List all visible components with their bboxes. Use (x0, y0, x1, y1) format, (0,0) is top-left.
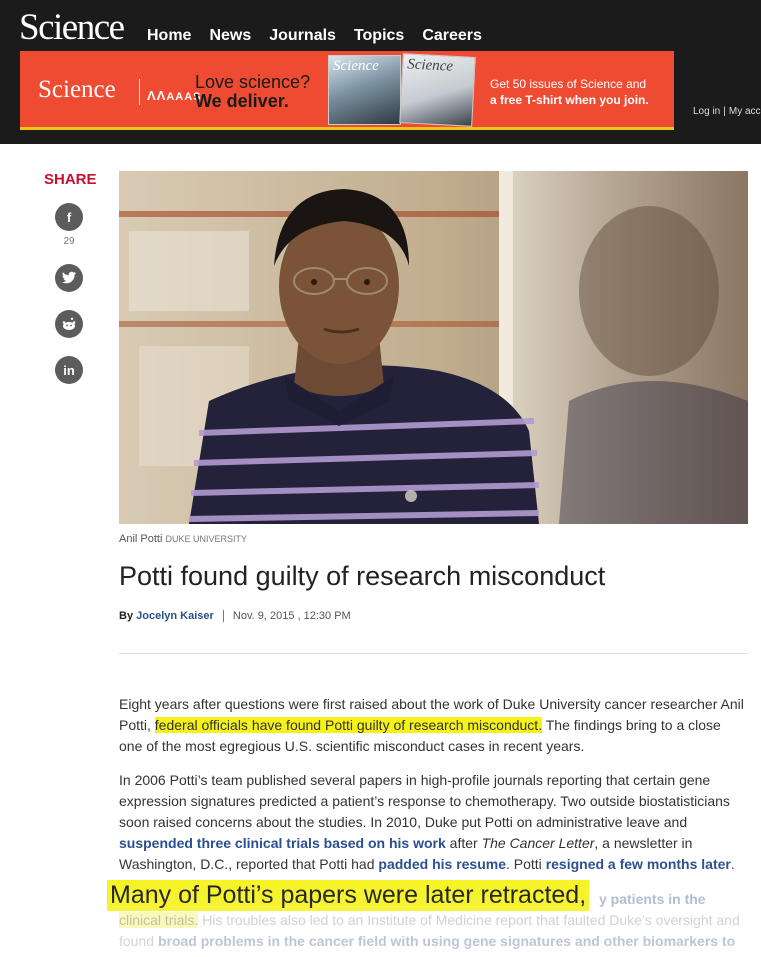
aaas-logo: ΛΛAAAS (147, 88, 202, 103)
p2-text-a: In 2006 Potti’s team published several p… (119, 772, 730, 830)
login-link[interactable]: Log in (693, 106, 720, 117)
main-nav: Home News Journals Topics Careers (147, 27, 482, 45)
subscription-ad-banner[interactable]: Science ΛΛAAAS Love science? We deliver.… (20, 51, 674, 130)
article-date: Nov. 9, 2015 , 12:30 PM (232, 610, 351, 622)
reddit-icon[interactable] (55, 310, 83, 338)
article-byline: By Jocelyn Kaiser Nov. 9, 2015 , 12:30 P… (119, 610, 351, 623)
p2-text-d: . Potti (506, 856, 546, 872)
reddit-alien-glyph (62, 317, 76, 330)
ad-divider (139, 79, 140, 105)
byline-separator (222, 610, 224, 623)
nav-journals[interactable]: Journals (269, 27, 336, 45)
ad-science-logo: Science (38, 76, 116, 103)
article-paragraph-1: Eight years after questions were first r… (119, 694, 747, 757)
resigned-link[interactable]: resigned a few months later (546, 856, 731, 872)
site-header: Science Home News Journals Topics Career… (0, 0, 761, 144)
ad-offer: Get 50 issues of Science and a free T-sh… (490, 76, 649, 108)
caption-credit: DUKE UNIVERSITY (165, 534, 247, 544)
photo-caption: Anil Potti DUKE UNIVERSITY (119, 533, 247, 545)
padded-resume-link[interactable]: padded his resume (378, 856, 506, 872)
p3-highlight: clinical trials. (119, 912, 199, 928)
facebook-share-count: 29 (63, 236, 75, 247)
linkedin-icon[interactable]: in (55, 356, 83, 384)
nav-careers[interactable]: Careers (422, 27, 482, 45)
suspended-trials-link[interactable]: suspended three clinical trials based on… (119, 835, 446, 851)
portrait-illustration (119, 171, 748, 524)
magazine-cover-2: Science (399, 53, 476, 127)
nav-topics[interactable]: Topics (354, 27, 404, 45)
caption-name: Anil Potti (119, 533, 163, 545)
science-logo[interactable]: Science (19, 6, 125, 49)
ad-slogan-line2: We deliver. (195, 91, 289, 111)
author-link[interactable]: Jocelyn Kaiser (136, 610, 214, 622)
article-paragraph-2: In 2006 Potti’s team published several p… (119, 770, 747, 875)
broad-problems-link[interactable]: broad problems in the cancer field with … (158, 933, 735, 949)
patients-link[interactable]: y patients in the (599, 891, 706, 907)
byline-divider (119, 653, 748, 654)
my-account-link[interactable]: My acc (729, 106, 761, 117)
p2-text-b: after (445, 835, 482, 851)
ad-slogan: Love science? We deliver. (195, 73, 310, 111)
magazine-cover-1: Science (328, 55, 401, 125)
share-label: SHARE (44, 171, 97, 188)
article-photo (119, 171, 748, 524)
magazine-cover-1-title: Science (333, 58, 379, 74)
ad-slogan-line1: Love science? (195, 72, 311, 92)
ad-offer-line2: a free T-shirt when you join. (490, 93, 649, 107)
p2-text-e: . (730, 856, 735, 872)
facebook-icon[interactable]: f (55, 203, 83, 231)
account-links: Log in | My acc (693, 106, 761, 117)
nav-news[interactable]: News (209, 27, 251, 45)
byline-by: By (119, 610, 134, 622)
ad-offer-line1: Get 50 issues of Science and (490, 77, 647, 91)
cancer-letter-title: The Cancer Letter (481, 835, 595, 851)
twitter-icon[interactable] (55, 264, 83, 292)
nav-home[interactable]: Home (147, 27, 191, 45)
p1-highlight: federal officials have found Potti guilt… (154, 717, 543, 733)
account-separator: | (723, 106, 726, 117)
highlighted-callout: Many of Potti’s papers were later retrac… (107, 880, 590, 911)
twitter-bird-glyph (62, 271, 76, 284)
magazine-cover-2-title: Science (406, 56, 454, 75)
article-headline: Potti found guilty of research misconduc… (119, 561, 606, 591)
